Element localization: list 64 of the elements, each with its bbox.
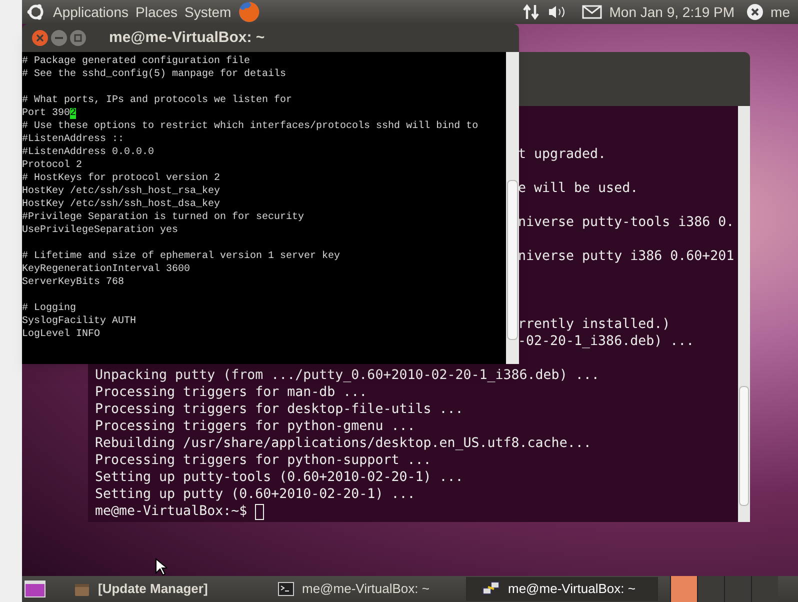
power-icon[interactable] (746, 3, 764, 21)
maximize-icon (74, 34, 82, 42)
config-line: #Privilege Separation is turned on for security (22, 212, 304, 223)
text-cursor (255, 504, 264, 520)
terminal-line: t upgraded. (518, 147, 606, 162)
mouse-pointer-icon (155, 558, 167, 576)
terminal-line: Processing triggers for python-gmenu ... (95, 419, 416, 434)
show-desktop-icon[interactable] (24, 579, 46, 599)
config-line: # Logging (22, 303, 76, 314)
panel-menu[interactable]: Applications (53, 5, 128, 19)
workspace-button[interactable] (670, 576, 697, 602)
panel-menu[interactable]: System (184, 5, 232, 19)
package-icon (74, 581, 90, 597)
shell-prompt: me@me-VirtualBox:~$ (95, 503, 248, 520)
terminal-line: rrently installed.) (518, 317, 670, 332)
close-button[interactable] (32, 30, 48, 46)
terminal-line: Setting up putty (0.60+2010-02-20-1) ... (95, 487, 416, 502)
terminal-line: niverse putty i386 0.60+201 (518, 249, 734, 264)
scrollbar[interactable] (506, 52, 519, 364)
volume-icon[interactable] (547, 4, 568, 20)
config-line: # HostKeys for protocol version 2 (22, 173, 220, 184)
terminal-line: Unpacking putty (from .../putty_0.60+2010-02-20-1_i386.deb) ... (95, 368, 600, 383)
config-line: # See the sshd_config(5) manpage for details (22, 69, 286, 80)
terminal-line: e will be used. (518, 181, 638, 196)
terminal-line: Rebuilding /usr/share/applications/desktop.en_US.utf8.cache... (95, 436, 592, 451)
config-line: # Package generated configuration file (22, 56, 250, 67)
terminal-icon (278, 582, 294, 596)
terminal-line: niverse putty-tools i386 0. (518, 215, 734, 230)
terminal-line: -02-20-1_i386.deb) ... (518, 334, 694, 349)
panel-menu[interactable]: Places (136, 5, 178, 19)
terminal-line: Setting up putty-tools (0.60+2010-02-20-1) ... (95, 470, 464, 485)
config-line: #ListenAddress :: (22, 134, 124, 145)
config-line: LogLevel INFO (22, 329, 100, 340)
maximize-button[interactable] (70, 30, 86, 46)
config-line: Port 3902 (22, 108, 76, 119)
user-name[interactable]: me (770, 2, 790, 22)
terminal-line: Processing triggers for man-db ... (95, 385, 368, 400)
scrollbar[interactable] (738, 106, 750, 522)
taskbar-button[interactable]: me@me-VirtualBox: ~ (466, 577, 658, 601)
config-line: UsePrivilegeSeparation yes (22, 225, 178, 236)
minimize-icon (55, 37, 63, 39)
terminal-line: Processing triggers for desktop-file-utils ... (95, 402, 464, 417)
config-line: # Lifetime and size of ephemeral version 1 server key (22, 251, 340, 262)
config-line: ServerKeyBits 768 (22, 277, 124, 288)
ubuntu-logo-icon[interactable] (26, 2, 46, 22)
config-line: SyslogFacility AUTH (22, 316, 136, 327)
config-line: KeyRegenerationInterval 3600 (22, 264, 190, 275)
config-line: #ListenAddress 0.0.0.0 (22, 147, 154, 158)
minimize-button[interactable] (51, 30, 67, 46)
taskbar-button[interactable]: [Update Manager] (58, 577, 250, 601)
network-arrows-icon[interactable] (522, 3, 540, 21)
config-line: # What ports, IPs and protocols we listen for (22, 95, 292, 106)
mail-icon[interactable] (582, 5, 602, 19)
config-line: Protocol 2 (22, 160, 82, 171)
window-title: me@me-VirtualBox: ~ (109, 28, 265, 48)
taskbar-button[interactable]: me@me-VirtualBox: ~ (262, 577, 454, 601)
firefox-icon[interactable] (238, 1, 260, 23)
config-line: # Use these options to restrict which interfaces/protocols sshd will bind to (22, 121, 478, 132)
clock[interactable]: Mon Jan 9, 2:19 PM (609, 2, 735, 22)
close-icon (36, 34, 44, 42)
terminal-line: Processing triggers for python-support ... (95, 453, 432, 468)
config-line: HostKey /etc/ssh/ssh_host_rsa_key (22, 186, 220, 197)
computers-icon (482, 581, 500, 597)
config-line: HostKey /etc/ssh/ssh_host_dsa_key (22, 199, 220, 210)
